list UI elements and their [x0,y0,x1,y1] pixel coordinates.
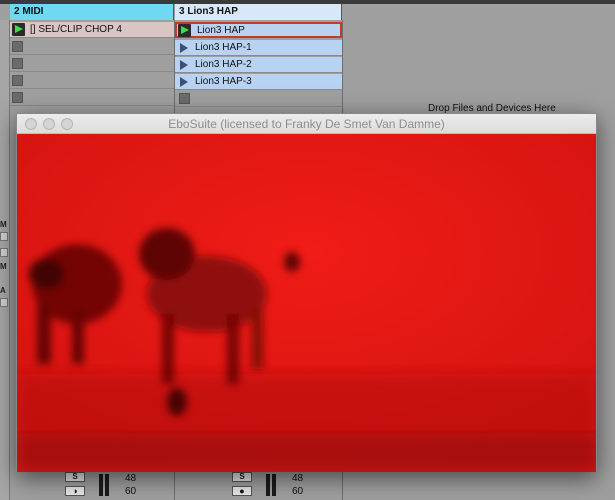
play-icon[interactable] [180,77,188,87]
solo-button[interactable]: S [65,472,85,482]
volume-readout: 48 [125,473,137,484]
clip-slot[interactable]: Lion3 HAP [175,22,342,38]
track-header-lion3-hap[interactable]: 3 Lion3 HAP [175,4,342,20]
clip-slot[interactable]: [] SEL/CLIP CHOP 4 [10,22,174,38]
window-titlebar[interactable]: EboSuite (licensed to Franky De Smet Van… [17,114,596,134]
left-edge-label-m: M [0,262,7,271]
clip-slot[interactable]: Lion3 HAP-1 [175,40,342,56]
clip-label: [] SEL/CLIP CHOP 4 [30,24,122,35]
clip-slot[interactable] [10,73,174,89]
play-icon[interactable] [180,60,188,70]
monitor-button[interactable]: ◑ [65,486,85,496]
clip-label: Lion3 HAP [197,25,245,36]
video-frame-icon [17,134,596,472]
left-edge-label-m: M [0,220,7,229]
play-icon[interactable] [178,24,191,37]
clip-slot[interactable]: Lion3 HAP-2 [175,57,342,73]
left-edge-toggle[interactable] [0,248,8,257]
clip-slot[interactable] [10,90,174,106]
ebosuite-window[interactable]: EboSuite (licensed to Franky De Smet Van… [16,113,597,472]
stop-icon[interactable] [12,58,23,69]
clip-slot[interactable] [175,91,342,107]
level-meter [99,474,103,496]
volume-readout: 60 [125,486,137,497]
level-meter [266,474,270,496]
monitor-button[interactable]: ● [232,486,252,496]
stop-icon[interactable] [12,92,23,103]
play-icon[interactable] [180,43,188,53]
left-edge-toggle[interactable] [0,298,8,307]
volume-readout: 48 [292,473,304,484]
left-edge-toggle[interactable] [0,232,8,241]
clip-slot[interactable] [10,56,174,72]
clip-label: Lion3 HAP-2 [195,59,252,70]
stop-icon[interactable] [179,93,190,104]
video-output [17,134,596,472]
stop-icon[interactable] [12,41,23,52]
level-meter [105,474,109,496]
left-edge-controls: M M A [0,20,10,500]
level-meter [272,474,276,496]
clip-label: Lion3 HAP-1 [195,42,252,53]
stop-icon[interactable] [12,75,23,86]
left-edge-label-a: A [0,286,6,295]
clip-label: Lion3 HAP-3 [195,76,252,87]
window-title: EboSuite (licensed to Franky De Smet Van… [168,117,445,131]
solo-button[interactable]: S [232,472,252,482]
clip-slot[interactable]: Lion3 HAP-3 [175,74,342,90]
volume-readout: 60 [292,486,304,497]
clip-slot[interactable] [10,39,174,55]
play-icon[interactable] [12,23,25,36]
track-header-midi[interactable]: 2 MIDI [10,4,174,20]
